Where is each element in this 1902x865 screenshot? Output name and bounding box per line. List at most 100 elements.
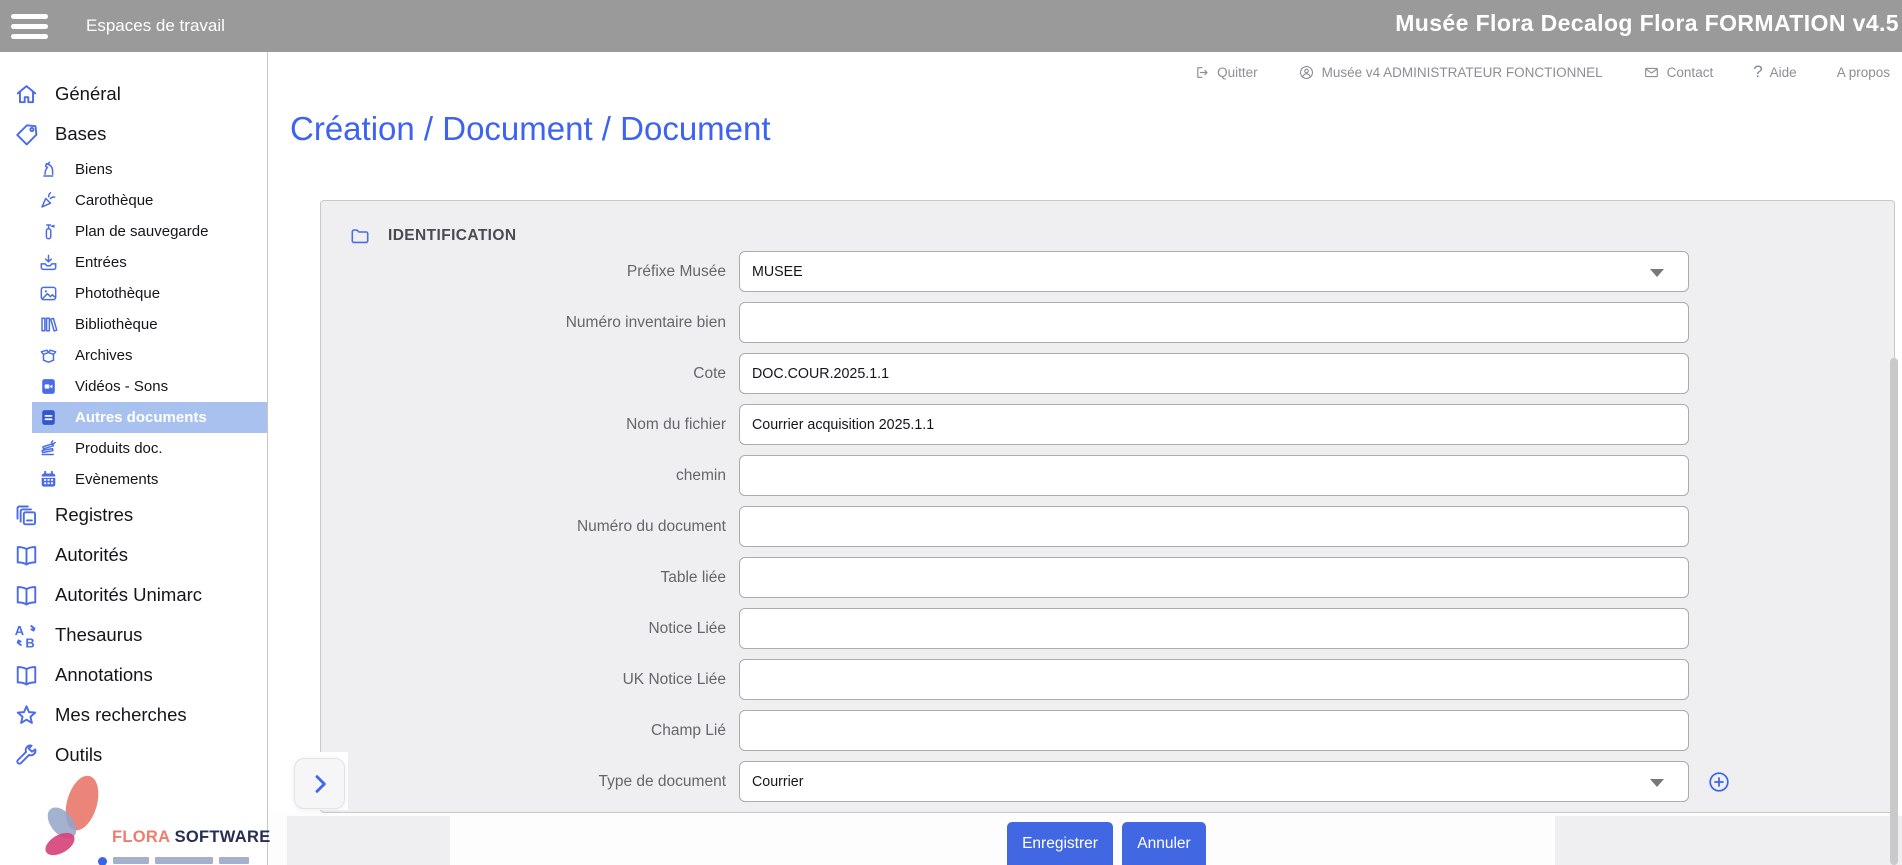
sidebar-item-archives[interactable]: Archives xyxy=(32,340,267,371)
form-row-type-de-document: Type de documentCourrier xyxy=(321,761,1894,802)
sidebar-item-bases[interactable]: Bases xyxy=(0,114,267,154)
sidebar-item-evenements[interactable]: Evènements xyxy=(32,464,267,495)
form-row-table-liee: Table liée xyxy=(321,557,1894,598)
question-icon: ? xyxy=(1753,62,1762,82)
sidebar-item-label: Autorités Unimarc xyxy=(55,584,202,606)
chevron-down-icon xyxy=(1650,779,1664,787)
sidebar-item-phototheque[interactable]: Photothèque xyxy=(32,278,267,309)
form-row-notice-liee: Notice Liée xyxy=(321,608,1894,649)
field-input-numero-inventaire-bien[interactable] xyxy=(739,302,1689,343)
field-label-chemin: chemin xyxy=(321,467,739,485)
open-book-icon xyxy=(13,542,40,569)
brand-logo: FLORA SOFTWARE xyxy=(0,771,268,865)
field-label-notice-liee: Notice Liée xyxy=(321,620,739,638)
sidebar-item-autorites-unimarc[interactable]: Autorités Unimarc xyxy=(0,575,267,615)
identification-panel: IDENTIFICATION Préfixe MuséeMUSEE Numéro … xyxy=(320,200,1895,813)
field-label-table-liee: Table liée xyxy=(321,569,739,587)
sidebar-item-annotations[interactable]: Annotations xyxy=(0,655,267,695)
sidebar-item-thesaurus[interactable]: ABThesaurus xyxy=(0,615,267,655)
field-label-champ-lie: Champ Lié xyxy=(321,722,739,740)
sidebar-item-biens[interactable]: Biens xyxy=(32,154,267,185)
sidebar-item-label: Bases xyxy=(55,123,106,145)
home-icon xyxy=(13,81,40,108)
sidebar-item-videos-sons[interactable]: Vidéos - Sons xyxy=(32,371,267,402)
field-input-uk-notice-liee[interactable] xyxy=(739,659,1689,700)
sidebar-item-label: Entrées xyxy=(75,254,127,271)
sidebar-item-autorites[interactable]: Autorités xyxy=(0,535,267,575)
cancel-button[interactable]: Annuler xyxy=(1122,822,1206,865)
field-input-cote[interactable]: DOC.COUR.2025.1.1 xyxy=(739,353,1689,394)
brand-name-primary: FLORA xyxy=(112,828,170,846)
sidebar-item-label: Outils xyxy=(55,744,102,766)
wrench-icon xyxy=(13,742,40,769)
section-header[interactable]: IDENTIFICATION xyxy=(349,225,516,247)
sidebar-item-bibliotheque[interactable]: Bibliothèque xyxy=(32,309,267,340)
field-label-nom-du-fichier: Nom du fichier xyxy=(321,416,739,434)
chevron-down-icon xyxy=(1650,269,1664,277)
menu-contact[interactable]: Contact xyxy=(1643,64,1714,81)
app-window: Espaces de travail Musée Flora Decalog F… xyxy=(0,0,1902,865)
field-input-notice-liee[interactable] xyxy=(739,608,1689,649)
sidebar-item-registres[interactable]: Registres xyxy=(0,495,267,535)
photo-icon xyxy=(38,283,59,304)
field-input-prefixe-musee[interactable]: MUSEE xyxy=(739,251,1689,292)
form-row-uk-notice-liee: UK Notice Liée xyxy=(321,659,1894,700)
sidebar-item-general[interactable]: Général xyxy=(0,74,267,114)
sidebar-item-label: Mes recherches xyxy=(55,704,187,726)
add-type-de-document-button[interactable] xyxy=(1707,770,1731,794)
expand-panel-button[interactable] xyxy=(294,758,345,809)
field-input-table-liee[interactable] xyxy=(739,557,1689,598)
sidebar-item-plan-de-sauvegarde[interactable]: Plan de sauvegarde xyxy=(32,216,267,247)
workspace-label[interactable]: Espaces de travail xyxy=(86,16,225,36)
sidebar-item-produits-doc[interactable]: Produits doc. xyxy=(32,433,267,464)
form-row-cote: CoteDOC.COUR.2025.1.1 xyxy=(321,353,1894,394)
menu-aide-label: Aide xyxy=(1770,65,1797,80)
sidebar-item-outils[interactable]: Outils xyxy=(0,735,267,775)
sidebar-item-label: Plan de sauvegarde xyxy=(75,223,208,240)
sidebar-item-label: Autres documents xyxy=(75,409,207,426)
app-title: Musée Flora Decalog Flora FORMATION v4.5 xyxy=(1395,10,1899,37)
menu-contact-label: Contact xyxy=(1667,65,1714,80)
quit-icon xyxy=(1193,64,1210,81)
field-value: DOC.COUR.2025.1.1 xyxy=(752,365,889,382)
header-toolbar: Quitter Musée v4 ADMINISTRATEUR FONCTION… xyxy=(268,52,1890,92)
menu-apropos-label: A propos xyxy=(1837,65,1890,80)
sidebar-item-entrees[interactable]: Entrées xyxy=(32,247,267,278)
sidebar-item-label: Bibliothèque xyxy=(75,316,158,333)
menu-quitter[interactable]: Quitter xyxy=(1193,64,1258,81)
field-input-champ-lie[interactable] xyxy=(739,710,1689,751)
sidebar: Général Bases BiensCarothèque Plan de sauve… xyxy=(0,52,268,865)
sidebar-item-label: Archives xyxy=(75,347,133,364)
hamburger-menu-icon[interactable] xyxy=(11,14,48,39)
field-label-prefixe-musee: Préfixe Musée xyxy=(321,263,739,281)
video-file-icon xyxy=(38,376,59,397)
user-menu[interactable]: Musée v4 ADMINISTRATEUR FONCTIONNEL xyxy=(1298,64,1603,81)
menu-apropos[interactable]: A propos xyxy=(1837,65,1890,80)
field-input-nom-du-fichier[interactable]: Courrier acquisition 2025.1.1 xyxy=(739,404,1689,445)
sidebar-item-label: Registres xyxy=(55,504,133,526)
sidebar-item-carotheque[interactable]: Carothèque xyxy=(32,185,267,216)
svg-text:A: A xyxy=(15,622,24,637)
sidebar-item-label: Photothèque xyxy=(75,285,160,302)
field-input-chemin[interactable] xyxy=(739,455,1689,496)
sidebar-item-label: Annotations xyxy=(55,664,153,686)
form-row-numero-du-document: Numéro du document xyxy=(321,506,1894,547)
field-value: Courrier acquisition 2025.1.1 xyxy=(752,416,934,433)
field-input-type-de-document[interactable]: Courrier xyxy=(739,761,1689,802)
vertical-scrollbar[interactable] xyxy=(1890,358,1898,865)
open-book-icon xyxy=(13,662,40,689)
menu-aide[interactable]: ? Aide xyxy=(1753,62,1797,82)
save-button[interactable]: Enregistrer xyxy=(1007,822,1113,865)
sidebar-item-mes-recherches[interactable]: Mes recherches xyxy=(0,695,267,735)
sidebar-item-label: Général xyxy=(55,83,121,105)
form-row-prefixe-musee: Préfixe MuséeMUSEE xyxy=(321,251,1894,292)
inbox-download-icon xyxy=(38,252,59,273)
form-row-numero-inventaire-bien: Numéro inventaire bien xyxy=(321,302,1894,343)
star-icon xyxy=(13,702,40,729)
tag-icon xyxy=(13,121,40,148)
field-input-numero-du-document[interactable] xyxy=(739,506,1689,547)
sidebar-item-autres-documents[interactable]: Autres documents xyxy=(32,402,267,433)
chess-knight-icon xyxy=(38,159,59,180)
sidebar-item-label: Evènements xyxy=(75,471,158,488)
sidebar-item-label: Produits doc. xyxy=(75,440,163,457)
